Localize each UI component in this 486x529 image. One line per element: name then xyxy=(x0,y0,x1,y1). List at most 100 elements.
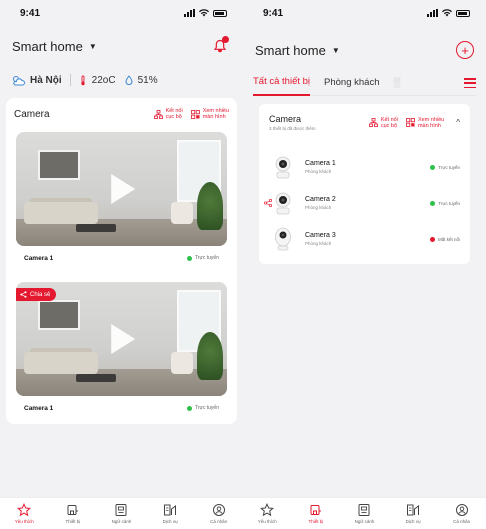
camera-info-row: Camera 1 Trực tuyến xyxy=(24,401,219,415)
nav-profile[interactable]: Cá nhân xyxy=(442,503,482,524)
home-title: Smart home xyxy=(12,38,83,54)
section-subtitle: 3 thiết bị đã được thêm xyxy=(269,126,316,131)
nav-label: Cá nhân xyxy=(453,519,471,524)
play-icon[interactable] xyxy=(110,174,135,204)
camera-room: Phòng khách xyxy=(305,169,332,174)
nav-favorites[interactable]: Yêu thích xyxy=(4,503,44,524)
star-icon xyxy=(260,503,275,517)
tab-label: Phòng khách xyxy=(324,77,380,88)
nav-devices[interactable]: Thiết bị xyxy=(296,503,336,524)
system-icons xyxy=(184,9,227,17)
humidity-icon xyxy=(125,75,133,85)
local-connect-button[interactable]: Kết nối cục bộ xyxy=(368,117,398,129)
local-connect-line2: cục bộ xyxy=(165,114,182,120)
user-icon xyxy=(455,504,468,516)
phone-screen-devices: 9:41 Smart home ▼ + Tất cả thiết bị Phòn… xyxy=(243,0,486,529)
room-tabs: Tất cả thiết bị Phòng khách ▒ xyxy=(253,70,476,96)
nav-label: Dịch vụ xyxy=(405,519,421,524)
multi-screen-button[interactable]: Xem nhiều màn hình xyxy=(190,108,229,120)
network-icon xyxy=(153,109,163,119)
camera-status: Trực tuyến xyxy=(430,200,460,206)
camera-status-text: Trực tuyến xyxy=(194,405,219,411)
online-dot xyxy=(186,255,192,261)
caret-down-icon: ▼ xyxy=(331,45,340,55)
wifi-icon xyxy=(442,9,452,17)
battery-icon xyxy=(456,9,470,17)
scene-icon xyxy=(358,504,370,516)
tab-living-room[interactable]: Phòng khách xyxy=(324,70,379,96)
nav-favorites[interactable]: Yêu thích xyxy=(247,503,287,524)
camera-room: Phòng khách xyxy=(305,205,332,210)
offline-dot xyxy=(429,236,435,242)
online-dot xyxy=(430,200,436,206)
phone-screen-favorites: 9:41 Smart home ▼ Hà Nội 22oC 51% Camera xyxy=(0,0,243,529)
home-selector[interactable]: Smart home ▼ xyxy=(12,39,97,54)
multi-screen-button[interactable]: Xem nhiều màn hình xyxy=(406,117,444,129)
camera-preview[interactable] xyxy=(16,132,227,246)
online-dot xyxy=(430,164,436,170)
camera-preview[interactable]: Chia sẻ xyxy=(16,282,227,396)
tab-all-devices[interactable]: Tất cả thiết bị xyxy=(253,70,311,96)
multi-screen-line2: màn hình xyxy=(202,114,226,120)
camera-device-icon xyxy=(275,227,291,251)
share-icon xyxy=(264,199,272,207)
tab-label: Tất cả thiết bị xyxy=(253,76,311,87)
camera-status-text: Mất kết nối xyxy=(437,236,460,242)
camera-status-text: Trực tuyến xyxy=(194,255,219,261)
chevron-up-icon[interactable]: ^ xyxy=(456,118,460,127)
thermometer-icon xyxy=(80,75,85,85)
camera-list-card: Camera 3 thiết bị đã được thêm Kết nối cụ… xyxy=(259,104,470,264)
signal-icon xyxy=(427,9,438,17)
nav-scenes[interactable]: Ngữ cảnh xyxy=(344,503,384,524)
list-item[interactable]: Camera 1 Phòng khách Trực tuyến xyxy=(259,150,470,184)
add-device-button[interactable]: + xyxy=(456,41,474,59)
camera-status: Trực tuyến xyxy=(186,405,219,411)
nav-services[interactable]: Dịch vụ xyxy=(150,503,190,524)
nav-label: Thiết bị xyxy=(308,519,324,524)
network-icon xyxy=(368,118,378,127)
camera-list-header: Camera 3 thiết bị đã được thêm Kết nối cụ… xyxy=(259,104,470,131)
plant-image xyxy=(197,332,223,380)
notification-button[interactable] xyxy=(209,35,231,57)
nav-devices[interactable]: Thiết bị xyxy=(53,503,93,524)
menu-icon[interactable] xyxy=(464,78,476,88)
camera-room: Phòng khách xyxy=(305,241,332,246)
local-connect-button[interactable]: Kết nối cục bộ xyxy=(153,108,183,120)
grid-icon xyxy=(406,118,415,127)
nav-label: Dịch vụ xyxy=(162,519,178,524)
grid-icon xyxy=(190,109,200,119)
nav-label: Ngữ cảnh xyxy=(111,519,132,524)
tab-more[interactable]: ▒ xyxy=(394,70,401,96)
plus-icon: + xyxy=(461,42,469,58)
camera-name: Camera 1 xyxy=(24,404,54,412)
nav-profile[interactable]: Cá nhân xyxy=(199,503,239,524)
bottom-nav: Yêu thích Thiết bị Ngữ cảnh Dịch vụ Cá n… xyxy=(0,497,243,529)
nav-services[interactable]: Dịch vụ xyxy=(393,503,433,524)
camera-status-text: Trực tuyến xyxy=(438,164,460,170)
home-title: Smart home xyxy=(255,42,326,58)
camera-status-text: Trực tuyến xyxy=(438,200,460,206)
camera-status: Mất kết nối xyxy=(429,236,460,242)
multi-screen-line2: màn hình xyxy=(417,122,441,129)
online-dot xyxy=(186,405,192,411)
list-item[interactable]: Camera 2 Phòng khách Trực tuyến xyxy=(259,186,470,220)
camera-card: Camera Kết nốicục bộ Xem nhiềumàn hình xyxy=(6,98,237,424)
camera-card-header: Camera Kết nối cục bộ Xem nhiều màn hình xyxy=(6,102,237,126)
nav-label: Thiết bị xyxy=(65,519,81,524)
camera-device-icon xyxy=(275,156,291,179)
home-selector[interactable]: Smart home ▼ xyxy=(255,43,340,58)
nav-scenes[interactable]: Ngữ cảnh xyxy=(101,503,141,524)
play-icon[interactable] xyxy=(110,324,135,354)
shared-badge: Chia sẻ xyxy=(16,288,57,301)
header: Smart home ▼ + xyxy=(243,34,486,66)
header: Smart home ▼ xyxy=(0,30,243,62)
weather-city: Hà Nội xyxy=(30,74,62,86)
list-item[interactable]: Camera 3 Phòng khách Mất kết nối xyxy=(259,222,470,256)
device-icon xyxy=(310,505,321,515)
scene-icon xyxy=(115,504,127,516)
camera-device-icon xyxy=(275,192,291,215)
nav-label: Yêu thích xyxy=(257,519,277,524)
camera-info-row: Camera 1 Trực tuyến xyxy=(24,251,219,265)
status-bar: 9:41 xyxy=(0,0,243,26)
weather-temp: 22oC xyxy=(91,74,116,86)
